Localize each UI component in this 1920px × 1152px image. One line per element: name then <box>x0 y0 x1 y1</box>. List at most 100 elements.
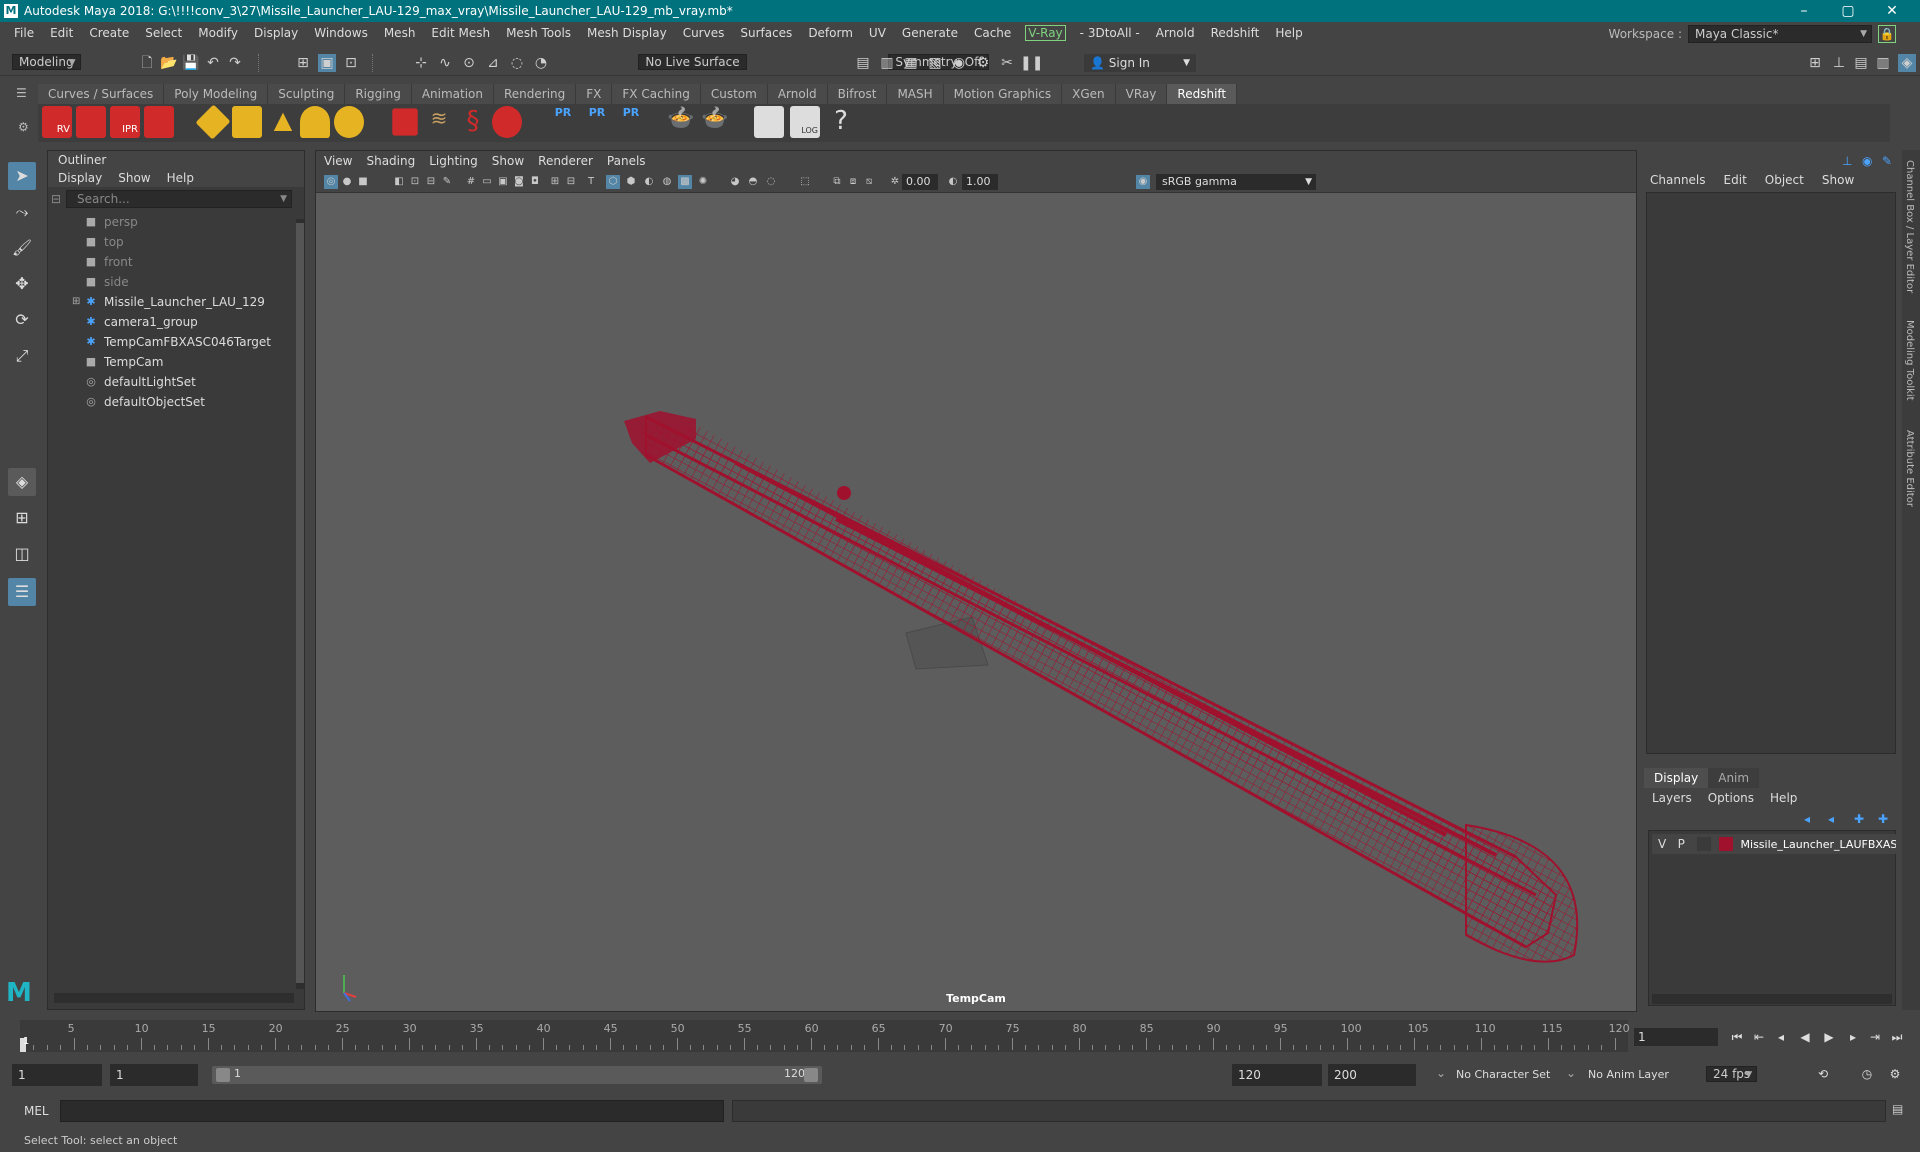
material-ball-icon[interactable] <box>492 106 522 138</box>
bake-icon[interactable]: 🍲 <box>666 106 696 138</box>
outliner-toggle-icon[interactable]: ⊥ <box>1830 54 1848 72</box>
viewport-menu-lighting[interactable]: Lighting <box>429 151 478 171</box>
channel-box-menu-show[interactable]: Show <box>1822 170 1854 190</box>
character-set-dropdown[interactable]: No Character Set <box>1456 1068 1550 1081</box>
shelf-tab-rigging[interactable]: Rigging <box>345 84 412 104</box>
viewport-menu-show[interactable]: Show <box>492 151 524 171</box>
xray-joints-icon[interactable]: ⧉ <box>830 175 844 189</box>
exposure-field[interactable]: 0.00 <box>902 174 938 190</box>
single-pane-icon[interactable]: ◈ <box>8 468 36 496</box>
playback-end-field[interactable]: 120 <box>1232 1064 1322 1086</box>
redshift-render-icon[interactable] <box>76 106 106 138</box>
select-component-icon[interactable]: ⊡ <box>342 54 360 72</box>
fps-dropdown[interactable]: 24 fps ▼ <box>1706 1066 1758 1082</box>
menu-edit[interactable]: Edit <box>42 26 81 40</box>
outliner-layout-icon[interactable]: ☰ <box>8 578 36 606</box>
layer-name[interactable]: Missile_Launcher_LAUFBXASC0 <box>1741 838 1896 851</box>
attribute-editor-icon[interactable]: ▤ <box>1852 54 1870 72</box>
missile-launcher-wireframe[interactable] <box>316 195 1638 1013</box>
shelf-tab-motion-graphics[interactable]: Motion Graphics <box>943 84 1063 104</box>
tool-settings-icon[interactable]: ▥ <box>1874 54 1892 72</box>
attribute-icon[interactable]: ✎ <box>1882 154 1892 168</box>
menu-uv[interactable]: UV <box>861 26 894 40</box>
menu-arnold[interactable]: Arnold <box>1148 26 1203 40</box>
sign-in-button[interactable]: 👤 Sign In ▼ <box>1084 54 1196 72</box>
layer-visibility-toggle[interactable]: V <box>1658 837 1670 851</box>
menu-mesh[interactable]: Mesh <box>376 26 424 40</box>
redshift-ipr-icon[interactable]: ✂ <box>998 54 1016 72</box>
scrollbar-thumb[interactable] <box>296 223 304 983</box>
play-backwards-icon[interactable]: ◀ <box>1796 1027 1814 1047</box>
shelf-tab-fx-caching[interactable]: FX Caching <box>612 84 701 104</box>
outliner-item[interactable]: ◎ defaultObjectSet <box>48 392 304 412</box>
menu-display[interactable]: Display <box>246 26 306 40</box>
motion-blur-icon[interactable]: ◌ <box>764 175 778 189</box>
menu-create[interactable]: Create <box>81 26 137 40</box>
live-surface-field[interactable]: No Live Surface <box>638 54 747 70</box>
outliner-item[interactable]: ◎ defaultLightSet <box>48 372 304 392</box>
isolate-select-icon[interactable]: ⬚ <box>798 175 812 189</box>
pause-icon[interactable]: ❚❚ <box>1020 54 1043 72</box>
undo-icon[interactable]: ↶ <box>204 54 222 72</box>
outliner-item[interactable]: ■ TempCam <box>48 352 304 372</box>
move-layer-down-icon[interactable]: ◂ <box>1828 812 1834 826</box>
shelf-tab-redshift[interactable]: Redshift <box>1167 84 1238 104</box>
range-end-handle[interactable] <box>804 1068 818 1082</box>
panel-layout-icon[interactable]: ⊞ <box>1806 54 1824 72</box>
channel-box-menu-channels[interactable]: Channels <box>1650 170 1706 190</box>
ambient-occlusion-icon[interactable]: ◓ <box>746 175 760 189</box>
step-back-frame-icon[interactable]: ◂ <box>1772 1027 1790 1047</box>
backface-icon[interactable]: ⧅ <box>862 175 876 189</box>
help-icon[interactable]: ? <box>826 106 856 138</box>
sun-sky-icon[interactable] <box>334 106 364 138</box>
pr-sync-icon[interactable]: PR <box>616 106 646 138</box>
layer-row[interactable]: V P Missile_Launcher_LAUFBXASC0 <box>1652 834 1896 854</box>
range-start-handle[interactable] <box>216 1068 230 1082</box>
pr-render-icon[interactable]: PR <box>548 106 578 138</box>
ipr-render-icon[interactable]: ▦ <box>902 54 920 72</box>
save-scene-icon[interactable]: 💾 <box>182 54 200 72</box>
script-editor-icon[interactable] <box>754 106 784 138</box>
shelf-tab-mash[interactable]: MASH <box>887 84 944 104</box>
menu-windows[interactable]: Windows <box>306 26 376 40</box>
layer-menu-options[interactable]: Options <box>1708 788 1754 808</box>
mode-dropdown[interactable]: Modeling ▼ <box>12 54 81 70</box>
shadows-icon[interactable]: ◕ <box>728 175 742 189</box>
snap-view-icon[interactable]: ⊿ <box>484 54 502 72</box>
bake-set-icon[interactable]: 🍲 <box>700 106 730 138</box>
new-layer-selected-icon[interactable]: ✚ <box>1878 812 1888 826</box>
paint-select-icon[interactable]: 🖌 <box>8 234 36 262</box>
command-language-label[interactable]: MEL <box>24 1104 49 1118</box>
volume-icon[interactable]: § <box>458 106 488 138</box>
field-chart-icon[interactable]: ◘ <box>528 175 542 189</box>
shelf-settings-icon[interactable]: ⚙ <box>18 120 29 134</box>
lights-icon[interactable]: ✺ <box>696 175 710 189</box>
playback-start-field[interactable]: 1 <box>110 1064 198 1086</box>
bookmark-icon[interactable]: ■ <box>356 175 370 189</box>
shelf-tab-curves-surfaces[interactable]: Curves / Surfaces <box>38 84 165 104</box>
snap-surface-icon[interactable]: ◌ <box>508 54 526 72</box>
grid-icon[interactable]: # <box>464 175 478 189</box>
layer-editor-icon[interactable]: ◉ <box>1862 154 1872 168</box>
hypershade-icon[interactable]: ◉ <box>950 54 968 72</box>
select-hierarchy-icon[interactable]: ⊞ <box>294 54 312 72</box>
menu-mesh-display[interactable]: Mesh Display <box>579 26 675 40</box>
viewport-menu-panels[interactable]: Panels <box>607 151 646 171</box>
animation-start-field[interactable]: 1 <box>12 1064 102 1086</box>
render-sequence-icon[interactable]: ▥ <box>878 54 896 72</box>
play-forwards-icon[interactable]: ▶ <box>1820 1027 1838 1047</box>
shelf-tab-animation[interactable]: Animation <box>411 84 494 104</box>
menu-redshift[interactable]: Redshift <box>1203 26 1268 40</box>
four-pane-icon[interactable]: ⊞ <box>8 504 36 532</box>
tab-attribute-editor[interactable]: Attribute Editor <box>1904 430 1915 507</box>
gamma-icon[interactable]: ◐ <box>946 175 960 189</box>
lock-icon[interactable]: 🔒 <box>1878 25 1896 43</box>
outliner-item[interactable]: ✱ TempCamFBXASC046Target <box>48 332 304 352</box>
portal-light-icon[interactable] <box>232 106 262 138</box>
2d-pan-icon[interactable]: ⊟ <box>424 175 438 189</box>
xray-active-icon[interactable]: ⧈ <box>846 175 860 189</box>
current-frame-field[interactable]: 1 <box>1634 1028 1718 1046</box>
redshift-render-view-icon[interactable]: RV <box>42 106 72 138</box>
shelf-tab-bifrost[interactable]: Bifrost <box>827 84 888 104</box>
menu-3dtoall[interactable]: - 3DtoAll - <box>1072 26 1148 40</box>
